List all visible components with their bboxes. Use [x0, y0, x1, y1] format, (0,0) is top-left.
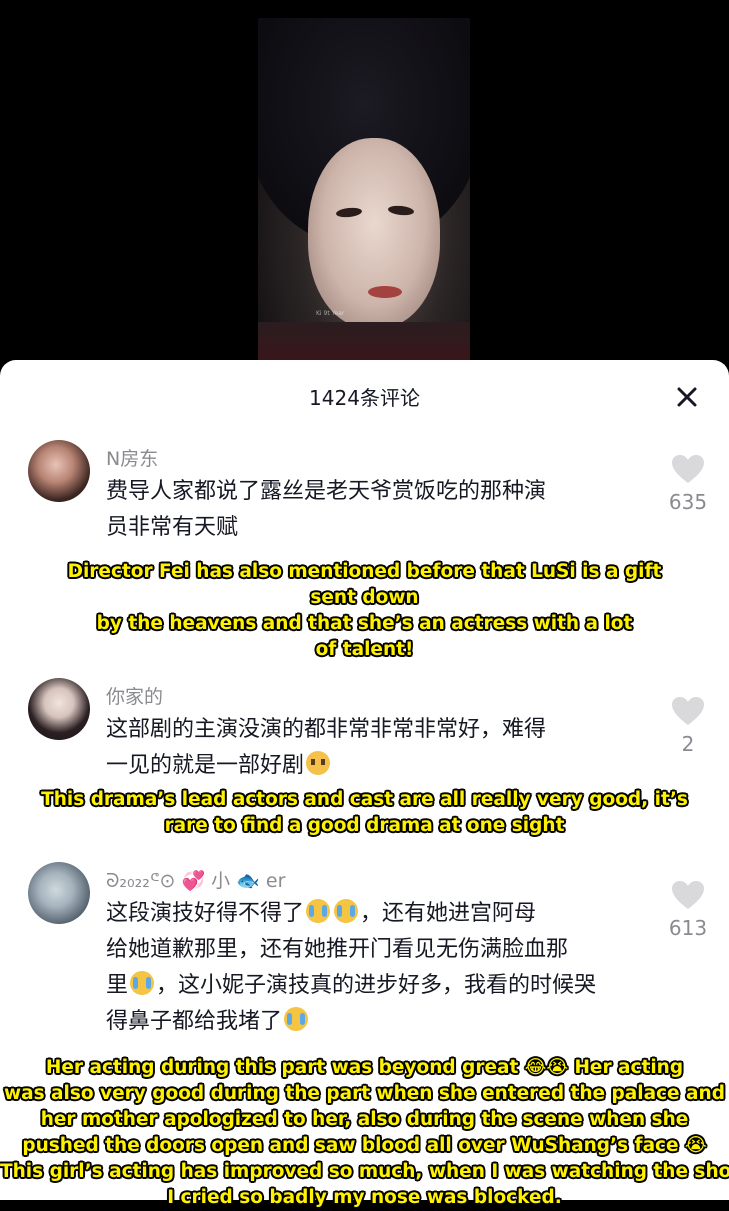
avatar[interactable]	[28, 678, 90, 740]
caption-line: was also very good during the part when …	[4, 1083, 725, 1104]
video-area[interactable]: Ki 9t Year	[0, 0, 729, 372]
like-count: 613	[668, 916, 708, 940]
like-count: 2	[681, 732, 695, 756]
caption-line: sent down	[310, 587, 419, 608]
caption-line: pushed the doors open and saw blood all …	[22, 1135, 707, 1156]
close-icon	[677, 387, 697, 407]
comment-text-line: 这部剧的主演没演的都非常非常非常好，难得	[106, 717, 547, 742]
crying-face-emoji-icon	[334, 899, 359, 923]
comment-text-line: 员非常有天赋	[106, 515, 239, 540]
caption-line: her mother apologized to her, also durin…	[40, 1109, 689, 1130]
heart-icon	[672, 881, 704, 909]
comment-username[interactable]: N房东	[106, 444, 158, 471]
video-lip-shape	[368, 286, 402, 298]
heart-icon	[672, 455, 704, 483]
like-button[interactable]: 613	[658, 880, 718, 940]
avatar[interactable]	[28, 440, 90, 502]
comment-text-fragment: 里	[106, 973, 129, 998]
pleading-face-emoji-icon	[306, 751, 331, 775]
like-count: 635	[668, 490, 708, 514]
caption-line: This girl’s acting has improved so much,…	[0, 1161, 729, 1182]
comment-username[interactable]: 你家的	[106, 682, 163, 709]
caption-line: This drama’s lead actors and cast are al…	[41, 789, 688, 810]
comment-text-line: 一见的就是一部好剧	[106, 748, 646, 784]
comment-text-line: 费导人家都说了露丝是老天爷赏饭吃的那种演	[106, 479, 547, 504]
crying-face-emoji-icon	[130, 971, 155, 995]
like-button[interactable]: 635	[658, 454, 718, 514]
comment-text: 这段演技好得不得了 ，还有她进宫阿母 给她道歉那里，还有她推开门看见无伤满脸血那 …	[106, 896, 646, 1040]
like-button[interactable]: 2	[658, 696, 718, 756]
translation-caption: Her acting during this part was beyond g…	[0, 1055, 729, 1211]
comment-text-fragment: 一见的就是一部好剧	[106, 753, 305, 778]
comments-title: 1424条评论	[309, 386, 420, 410]
comments-header: 1424条评论	[0, 360, 729, 432]
video-watermark: Ki 9t Year	[316, 310, 345, 317]
crying-face-emoji-icon	[284, 1007, 309, 1031]
comments-sheet: 1424条评论 N房东 费导人家都说了露丝是老天爷赏饭吃的那种演 员非常有天赋 …	[0, 360, 729, 1208]
avatar[interactable]	[28, 862, 90, 924]
comment-username[interactable]: ᘐ₂₀₂₂ᕪ⊙ 💞 小 🐟 er	[106, 866, 285, 893]
caption-line: Her acting during this part was beyond g…	[45, 1057, 684, 1078]
close-button[interactable]	[672, 382, 702, 412]
caption-line: of talent!	[315, 639, 414, 660]
comment-text-fragment: ，还有她进宫阿母	[360, 901, 537, 926]
caption-line: Director Fei has also mentioned before t…	[67, 561, 662, 582]
comment-text: 费导人家都说了露丝是老天爷赏饭吃的那种演 员非常有天赋	[106, 474, 646, 546]
comment-text-line: 这段演技好得不得了 ，还有她进宫阿母	[106, 896, 646, 932]
comment-text-fragment: 这段演技好得不得了	[106, 901, 305, 926]
comment-text-line: 里 ，这小妮子演技真的进步好多，我看的时候哭	[106, 968, 646, 1004]
comment-text-line: 得鼻子都给我堵了	[106, 1004, 646, 1040]
comment-text-fragment: 得鼻子都给我堵了	[106, 1009, 283, 1034]
video-thumbnail[interactable]: Ki 9t Year	[258, 18, 470, 372]
caption-line: I cried so badly my nose was blocked.	[167, 1187, 562, 1208]
comment-text-line: 给她道歉那里，还有她推开门看见无伤满脸血那	[106, 937, 569, 962]
caption-line: by the heavens and that she’s an actress…	[96, 613, 633, 634]
comment-text-fragment: ，这小妮子演技真的进步好多，我看的时候哭	[156, 973, 597, 998]
crying-face-emoji-icon	[306, 899, 331, 923]
heart-icon	[672, 697, 704, 725]
comment-text: 这部剧的主演没演的都非常非常非常好，难得 一见的就是一部好剧	[106, 712, 646, 784]
video-face-shape	[308, 138, 440, 328]
caption-line: rare to find a good drama at one sight	[164, 815, 565, 836]
translation-caption: Director Fei has also mentioned before t…	[0, 559, 729, 663]
translation-caption: This drama’s lead actors and cast are al…	[0, 787, 729, 839]
